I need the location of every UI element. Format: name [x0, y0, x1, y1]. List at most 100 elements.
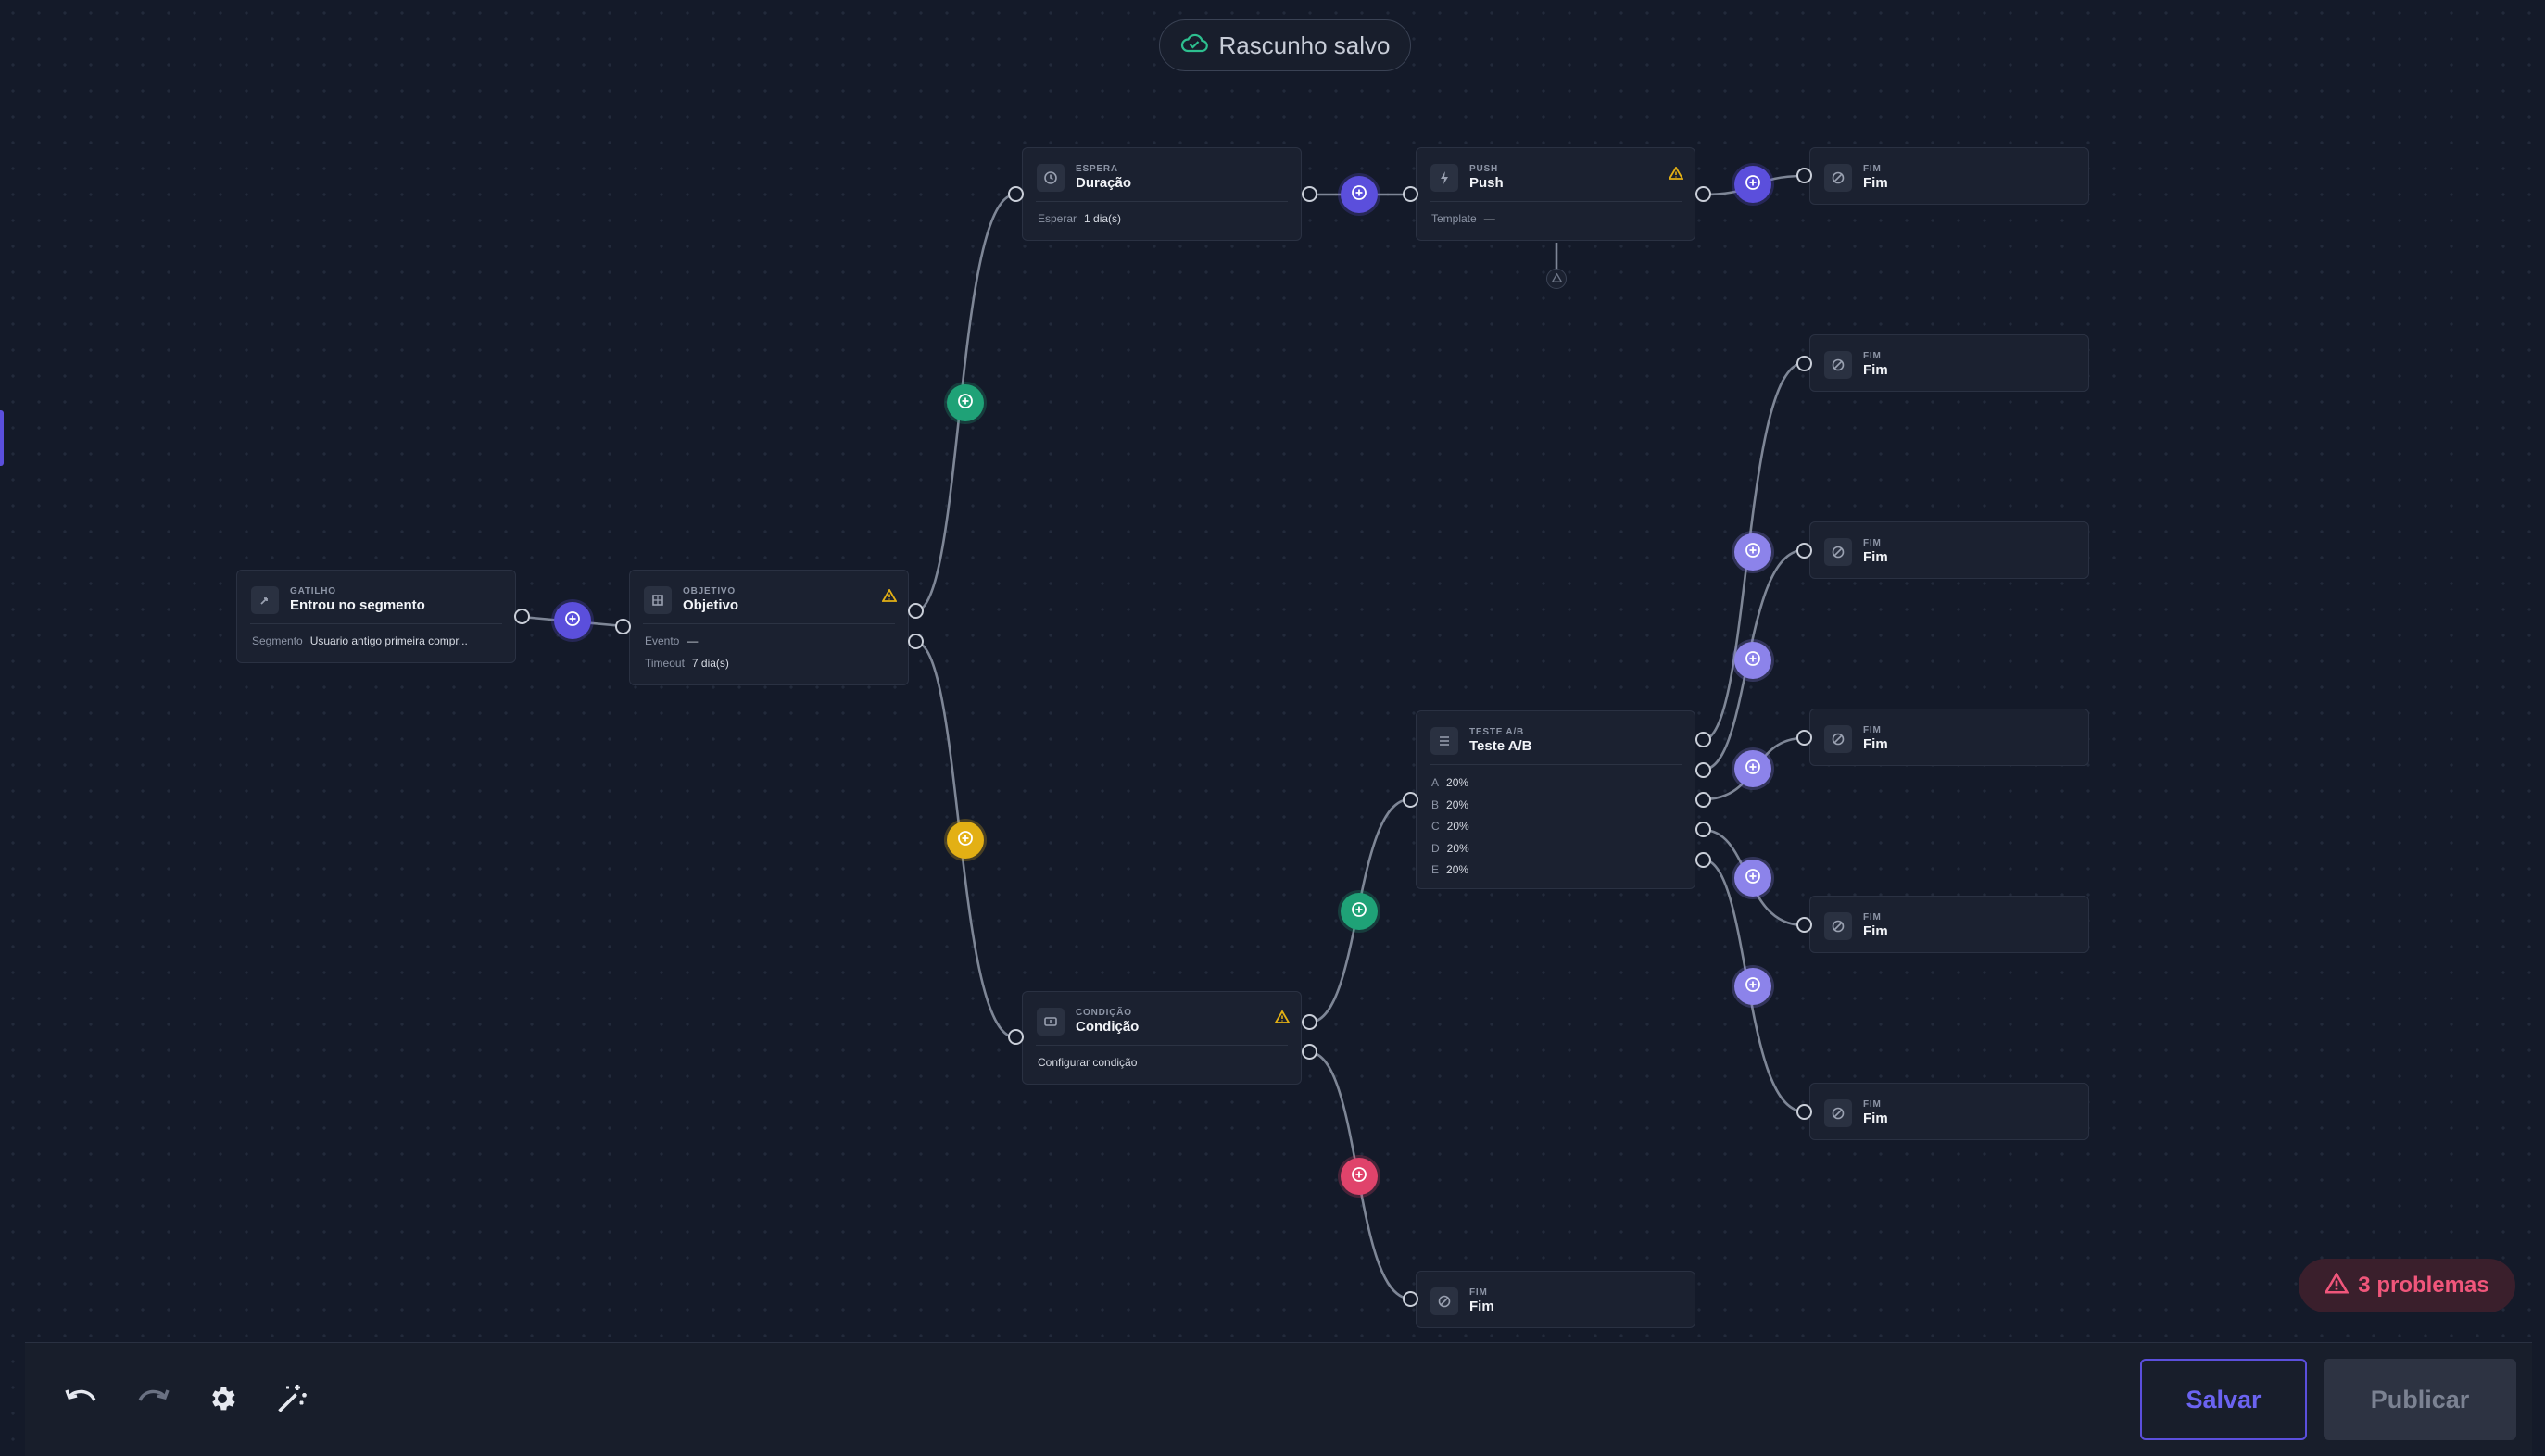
add-step-button[interactable] — [1734, 860, 1771, 897]
node-title: Fim — [1863, 923, 1888, 939]
add-icon — [1351, 184, 1367, 206]
node-goal[interactable]: OBJETIVO Objetivo Evento — Timeout 7 dia(s… — [629, 570, 909, 685]
node-title: Fim — [1469, 1299, 1494, 1314]
input-port[interactable] — [1403, 1291, 1418, 1307]
warning-icon — [1550, 270, 1563, 287]
save-button[interactable]: Salvar — [2140, 1359, 2307, 1440]
output-port[interactable] — [908, 603, 924, 619]
node-kind: FIM — [1863, 725, 1882, 735]
field-value: 7 dia(s) — [691, 657, 729, 670]
input-port[interactable] — [1796, 730, 1812, 746]
add-step-button[interactable] — [947, 384, 984, 421]
node-kind: OBJETIVO — [683, 586, 736, 596]
variant-row: D 20% — [1431, 842, 1469, 856]
node-end[interactable]: FIM Fim — [1809, 334, 2089, 392]
input-port[interactable] — [1008, 186, 1024, 202]
magic-wand-icon — [275, 1382, 309, 1420]
variant-row: E 20% — [1431, 863, 1468, 877]
undo-icon — [64, 1385, 99, 1417]
variant-row: A 20% — [1431, 776, 1468, 790]
node-kind: CONDIÇÃO — [1076, 1008, 1132, 1018]
goal-icon — [644, 586, 672, 614]
node-condition[interactable]: CONDIÇÃO Condição Configurar condição — [1022, 991, 1302, 1085]
sidebar-toggle-tab[interactable] — [0, 410, 4, 466]
add-step-button[interactable] — [554, 602, 591, 639]
output-port[interactable] — [1695, 792, 1711, 808]
add-step-button[interactable] — [1734, 642, 1771, 679]
output-port[interactable] — [1695, 762, 1711, 778]
add-icon — [1745, 976, 1761, 998]
node-push[interactable]: PUSH Push Template — — [1416, 147, 1695, 241]
output-port[interactable] — [1302, 1014, 1317, 1030]
input-port[interactable] — [1796, 356, 1812, 371]
add-icon — [1745, 759, 1761, 780]
node-kind: ESPERA — [1076, 164, 1118, 174]
add-icon — [1351, 901, 1367, 923]
add-icon — [1745, 868, 1761, 889]
add-step-button[interactable] — [1734, 533, 1771, 571]
output-port[interactable] — [908, 634, 924, 649]
divider — [1036, 201, 1288, 202]
input-port[interactable] — [1796, 168, 1812, 183]
condition-icon — [1037, 1008, 1065, 1036]
problems-button[interactable]: 3 problemas — [2299, 1259, 2515, 1312]
add-icon — [1745, 174, 1761, 195]
input-port[interactable] — [1403, 792, 1418, 808]
node-end[interactable]: FIM Fim — [1809, 147, 2089, 205]
node-title: Objetivo — [683, 597, 739, 613]
node-title: Condição — [1076, 1019, 1140, 1035]
add-step-button[interactable] — [1341, 893, 1378, 930]
bolt-icon — [1430, 164, 1458, 192]
divider — [250, 623, 502, 624]
push-warning-port[interactable] — [1546, 269, 1567, 289]
input-port[interactable] — [1403, 186, 1418, 202]
add-icon — [957, 830, 974, 851]
input-port[interactable] — [1796, 1104, 1812, 1120]
settings-button[interactable] — [197, 1375, 247, 1425]
add-icon — [1351, 1166, 1367, 1187]
node-end[interactable]: FIM Fim — [1809, 1083, 2089, 1140]
input-port[interactable] — [1008, 1029, 1024, 1045]
add-step-button[interactable] — [1734, 750, 1771, 787]
add-step-button[interactable] — [1341, 1158, 1378, 1195]
add-step-button[interactable] — [1734, 166, 1771, 203]
node-ab-test[interactable]: TESTE A/B Teste A/B A 20% B 20% C 20% D 20% … — [1416, 710, 1695, 889]
field-value: 1 dia(s) — [1084, 212, 1122, 225]
condition-config-text: Configurar condição — [1038, 1056, 1138, 1069]
node-end[interactable]: FIM Fim — [1809, 709, 2089, 766]
add-step-button[interactable] — [1341, 176, 1378, 213]
field-value: — — [687, 634, 699, 647]
input-port[interactable] — [615, 619, 631, 634]
redo-button[interactable] — [128, 1375, 178, 1425]
node-end[interactable]: FIM Fim — [1809, 896, 2089, 953]
node-title: Fim — [1863, 362, 1888, 378]
output-port[interactable] — [1695, 852, 1711, 868]
node-end[interactable]: FIM Fim — [1416, 1271, 1695, 1328]
node-trigger[interactable]: GATILHO Entrou no segmento Segmento Usuar… — [236, 570, 516, 663]
undo-button[interactable] — [57, 1375, 107, 1425]
input-port[interactable] — [1796, 543, 1812, 559]
output-port[interactable] — [1695, 822, 1711, 837]
output-port[interactable] — [514, 609, 530, 624]
node-end[interactable]: FIM Fim — [1809, 521, 2089, 579]
output-port[interactable] — [1302, 186, 1317, 202]
end-icon — [1430, 1287, 1458, 1315]
output-port[interactable] — [1695, 732, 1711, 747]
field-label: Timeout — [645, 657, 685, 670]
add-step-button[interactable] — [947, 822, 984, 859]
field-label: Segmento — [252, 634, 303, 647]
gear-icon — [207, 1383, 238, 1419]
output-port[interactable] — [1302, 1044, 1317, 1060]
add-step-button[interactable] — [1734, 968, 1771, 1005]
variant-label: C — [1431, 820, 1440, 833]
field-value: — — [1483, 212, 1495, 225]
input-port[interactable] — [1796, 917, 1812, 933]
node-title: Duração — [1076, 175, 1132, 191]
node-wait[interactable]: ESPERA Duração Esperar 1 dia(s) — [1022, 147, 1302, 241]
node-kind: TESTE A/B — [1469, 727, 1525, 737]
publish-button[interactable]: Publicar — [2324, 1359, 2516, 1440]
output-port[interactable] — [1695, 186, 1711, 202]
cloud-check-icon — [1180, 33, 1208, 58]
field-label: Esperar — [1038, 212, 1077, 225]
auto-layout-button[interactable] — [267, 1375, 317, 1425]
